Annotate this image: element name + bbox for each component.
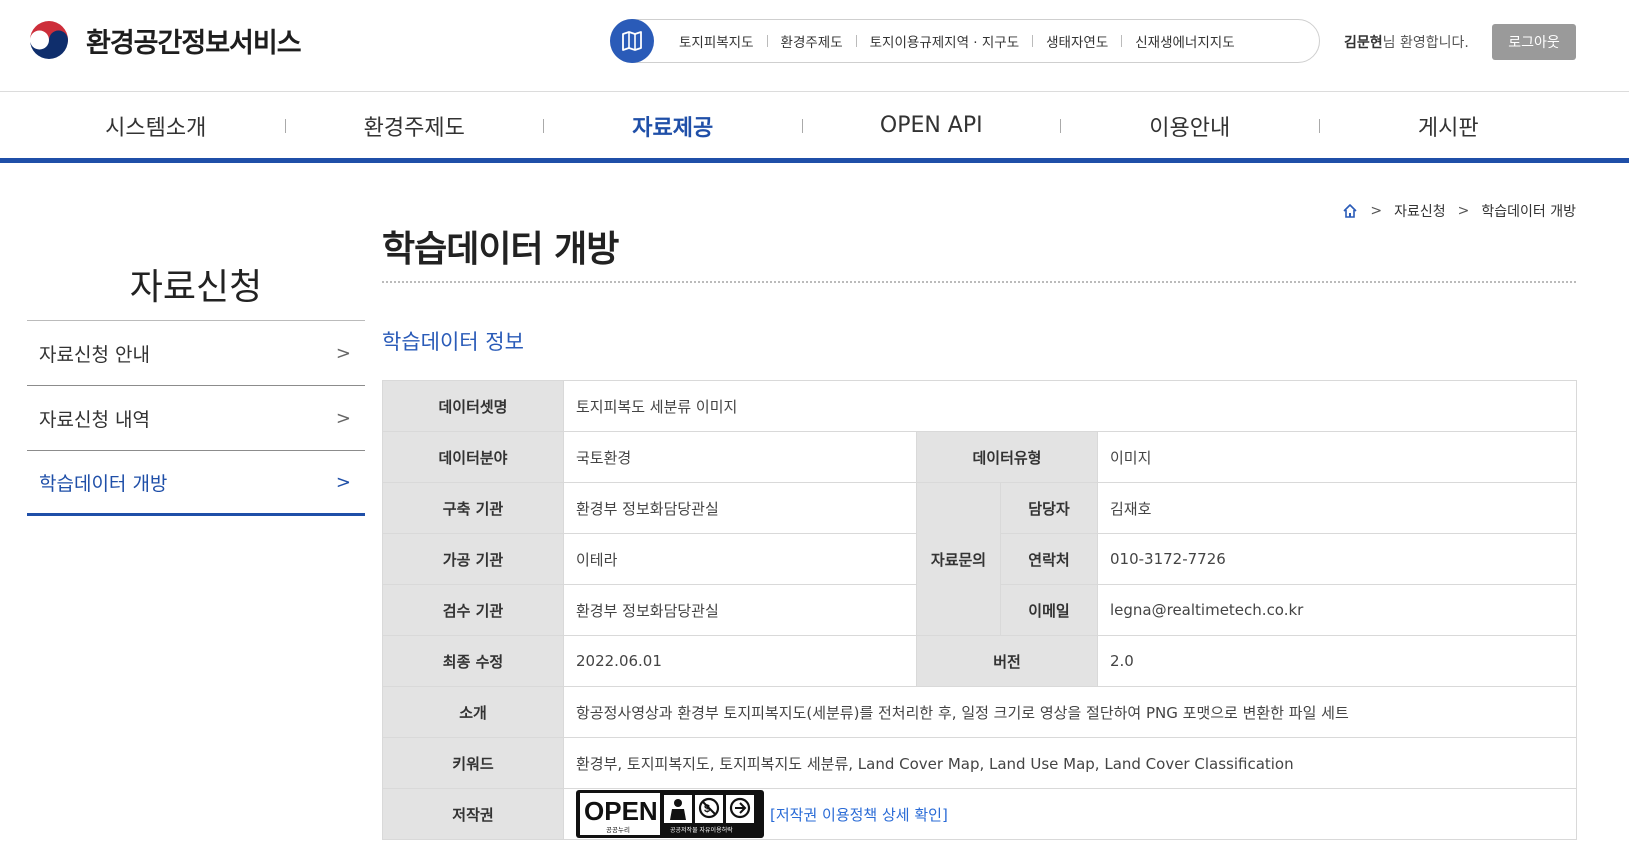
cell-label: 버전: [916, 635, 1098, 687]
chevron-right-icon: >: [335, 407, 351, 429]
cell-label: 연락처: [1000, 533, 1098, 585]
chevron-right-icon: >: [1370, 203, 1383, 219]
cell-value: 환경부 정보화담당관실: [563, 584, 917, 636]
nav-board[interactable]: 게시판: [1320, 110, 1578, 142]
cell-value: 환경부, 토지피복지도, 토지피복지도 세분류, Land Cover Map,…: [562, 737, 1578, 789]
cell-label: 최종 수정: [382, 635, 564, 687]
license-nuri-text: 공공누리: [606, 825, 630, 834]
sidebar-item-label: 자료신청 내역: [39, 408, 150, 431]
nav-open-api[interactable]: OPEN API: [803, 113, 1061, 138]
government-emblem-icon: [28, 19, 70, 61]
breadcrumb-item-current: 학습데이터 개방: [1481, 204, 1576, 220]
chevron-right-icon: >: [335, 342, 351, 364]
table-row: 구축 기관 환경부 정보화담당관실 자료문의 담당자 김재호: [382, 482, 1578, 636]
nav-system-intro[interactable]: 시스템소개: [27, 110, 285, 142]
quick-links: 토지피복지도 환경주제도 토지이용규제지역 · 지구도 생태자연도 신재생에너지…: [666, 31, 1248, 51]
cell-label: 데이터셋명: [382, 380, 564, 432]
cell-label: 가공 기관: [382, 533, 564, 585]
nav-usage-guide[interactable]: 이용안내: [1061, 110, 1319, 142]
cell-value: 국토환경: [563, 431, 917, 483]
cell-label: 소개: [382, 686, 564, 738]
table-row: 최종 수정 2022.06.01 버전 2.0: [382, 635, 1578, 687]
cell-value: 2.0: [1096, 635, 1578, 687]
sidebar-item-label: 자료신청 안내: [39, 343, 150, 366]
cell-value: legna@realtimetech.co.kr: [1096, 584, 1578, 636]
quick-link-renewable[interactable]: 신재생에너지지도: [1122, 31, 1247, 51]
top-header: 환경공간정보서비스 토지피복지도 환경주제도 토지이용규제지역 · 지구도 생태…: [0, 0, 1629, 92]
chevron-right-icon: >: [1457, 203, 1470, 219]
breadcrumb-item[interactable]: 자료신청: [1394, 201, 1446, 221]
cell-label: 데이터유형: [916, 431, 1098, 483]
cell-label: 데이터분야: [382, 431, 564, 483]
cell-label: 담당자: [1000, 482, 1098, 534]
table-row: 데이터셋명 토지피복도 세분류 이미지: [382, 380, 1578, 432]
cell-value: 2022.06.01: [563, 635, 917, 687]
quick-link-env-theme[interactable]: 환경주제도: [768, 31, 856, 51]
cell-label: 이메일: [1000, 584, 1098, 636]
sidebar-item-training-data[interactable]: 학습데이터 개방 >: [27, 451, 365, 516]
table-row: 저작권 OPEN 공공누리 $ 공공저작물 자유이용허락 [저작권 이용정책 상…: [382, 788, 1578, 840]
quick-link-ecology[interactable]: 생태자연도: [1033, 31, 1121, 51]
kogl-license-badge[interactable]: OPEN 공공누리 $ 공공저작물 자유이용허락: [576, 790, 764, 838]
cell-value: 토지피복도 세분류 이미지: [562, 380, 1578, 432]
breadcrumb: > 자료신청 > 학습데이터 개방: [1342, 201, 1576, 221]
license-wrap: OPEN 공공누리 $ 공공저작물 자유이용허락 [저작권 이용정책 상세 확인…: [576, 790, 1564, 838]
page-title: 학습데이터 개방: [382, 229, 619, 270]
table-row: 데이터분야 국토환경 데이터유형 이미지: [382, 431, 1578, 483]
site-logo[interactable]: 환경공간정보서비스: [27, 18, 302, 62]
cell-value: OPEN 공공누리 $ 공공저작물 자유이용허락 [저작권 이용정책 상세 확인…: [562, 788, 1578, 840]
cell-label: 검수 기관: [382, 584, 564, 636]
divider: [382, 281, 1576, 283]
quick-menu: 토지피복지도 환경주제도 토지이용규제지역 · 지구도 생태자연도 신재생에너지…: [610, 19, 1320, 63]
copyright-policy-link[interactable]: [저작권 이용정책 상세 확인]: [770, 804, 948, 825]
nav-data-provision[interactable]: 자료제공: [544, 110, 802, 142]
cell-label: 저작권: [382, 788, 564, 840]
sidebar-title: 자료신청: [129, 267, 263, 308]
license-open-text: OPEN: [584, 796, 658, 826]
sidebar-item-label: 학습데이터 개방: [39, 472, 168, 495]
cell-value: 이미지: [1096, 431, 1578, 483]
cell-value: 항공정사영상과 환경부 토지피복지도(세분류)를 전처리한 후, 일정 크기로 …: [562, 686, 1578, 738]
table-row: 키워드 환경부, 토지피복지도, 토지피복지도 세분류, Land Cover …: [382, 737, 1578, 789]
section-title: 학습데이터 정보: [382, 330, 524, 354]
quick-link-landcover[interactable]: 토지피복지도: [666, 31, 767, 51]
license-caption-text: 공공저작물 자유이용허락: [670, 826, 733, 834]
map-book-icon-svg: [622, 31, 642, 51]
cell-value: 이테라: [563, 533, 917, 585]
quick-link-land-use-regulation[interactable]: 토지이용규제지역 · 지구도: [857, 31, 1033, 51]
nav-env-theme[interactable]: 환경주제도: [286, 110, 544, 142]
welcome-suffix: 님 환영합니다.: [1382, 35, 1469, 51]
sidebar-item-request-guide[interactable]: 자료신청 안내 >: [27, 321, 365, 386]
sidebar-item-request-history[interactable]: 자료신청 내역 >: [27, 386, 365, 451]
cell-label: 구축 기관: [382, 482, 564, 534]
main-nav: 시스템소개 환경주제도 자료제공 OPEN API 이용안내 게시판: [0, 93, 1629, 163]
logout-button[interactable]: 로그아웃: [1492, 24, 1576, 60]
home-icon[interactable]: [1342, 203, 1358, 219]
cell-value: 010-3172-7726: [1096, 533, 1578, 585]
sidebar-menu: 자료신청 안내 > 자료신청 내역 > 학습데이터 개방 >: [27, 321, 365, 516]
welcome-message: 김문현님 환영합니다.: [1344, 32, 1469, 52]
logo-text: 환경공간정보서비스: [86, 27, 302, 59]
cell-label: 자료문의: [916, 482, 1001, 636]
chevron-right-icon: >: [335, 471, 351, 493]
dataset-info-table: 데이터셋명 토지피복도 세분류 이미지 데이터분야 국토환경 데이터유형 이미지…: [382, 380, 1578, 840]
table-row: 소개 항공정사영상과 환경부 토지피복지도(세분류)를 전처리한 후, 일정 크…: [382, 686, 1578, 738]
cell-value: 김재호: [1096, 482, 1578, 534]
user-name: 김문현: [1344, 35, 1383, 51]
cell-value: 환경부 정보화담당관실: [563, 482, 917, 534]
kogl-license-icon: OPEN 공공누리 $ 공공저작물 자유이용허락: [580, 793, 754, 835]
map-book-icon[interactable]: [610, 19, 654, 63]
cell-label: 키워드: [382, 737, 564, 789]
